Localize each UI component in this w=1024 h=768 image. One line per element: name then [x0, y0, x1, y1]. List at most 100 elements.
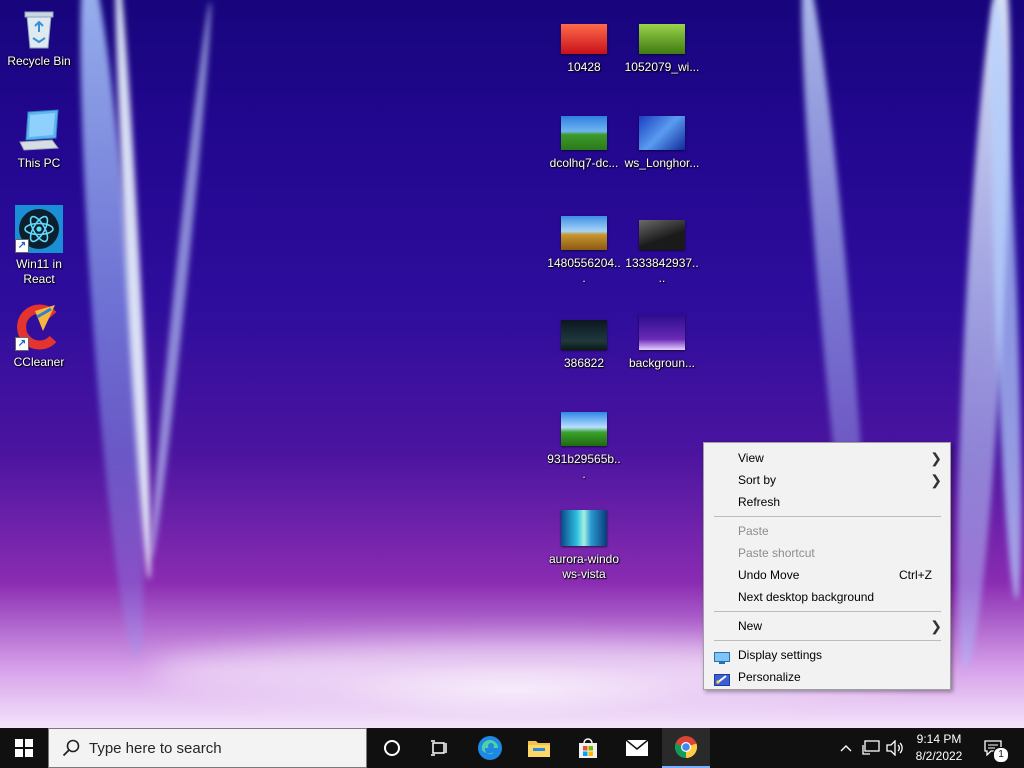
clock-date: 8/2/2022 — [915, 749, 963, 763]
chevron-right-icon: ❯ — [930, 450, 942, 466]
menu-item-display-settings[interactable]: Display settings — [704, 644, 950, 666]
desktop-file[interactable]: 1480556204... — [546, 216, 622, 286]
file-explorer-icon — [528, 741, 550, 757]
mail-button[interactable] — [613, 728, 661, 768]
desktop-icon-win11-react[interactable]: ↗ Win11 in React — [1, 205, 77, 287]
desktop-file-label: backgroun... — [628, 356, 696, 370]
shortcut-arrow-icon: ↗ — [15, 337, 29, 351]
store-icon — [579, 738, 597, 758]
menu-item-personalize[interactable]: Personalize — [704, 666, 950, 688]
image-thumbnail — [639, 220, 685, 250]
display-icon — [714, 649, 730, 664]
wallpaper-streak — [145, 0, 217, 560]
show-hidden-icons-button[interactable] — [836, 728, 856, 768]
desktop-file[interactable]: 1333842937.... — [624, 220, 700, 286]
menu-item-undo-move[interactable]: Undo Move Ctrl+Z — [704, 564, 950, 586]
search-placeholder: Type here to search — [89, 740, 222, 757]
menu-separator — [714, 516, 941, 517]
desktop-file-label: ws_Longhor... — [624, 156, 700, 170]
cortana-icon — [384, 740, 400, 756]
edge-button[interactable] — [466, 728, 514, 768]
desktop-file[interactable]: backgroun... — [624, 314, 700, 371]
menu-item-label: New — [738, 619, 763, 633]
volume-button[interactable] — [884, 728, 906, 768]
notification-badge: 1 — [993, 747, 1009, 763]
desktop-file[interactable]: 1052079_wi... — [624, 24, 700, 75]
desktop-file-label: 1480556204... — [547, 256, 621, 285]
desktop-icon-label: CCleaner — [13, 355, 65, 369]
react-icon: ↗ — [15, 205, 63, 253]
mail-icon — [625, 739, 649, 756]
menu-item-accelerator: Ctrl+Z — [899, 568, 932, 582]
image-thumbnail — [561, 216, 607, 250]
shortcut-arrow-icon: ↗ — [15, 239, 29, 253]
desktop-file[interactable]: aurora-windo ws-vista — [546, 510, 622, 582]
image-thumbnail — [561, 116, 607, 150]
desktop-file-label: 10428 — [567, 60, 601, 74]
menu-item-label: Refresh — [738, 495, 781, 509]
desktop-file-label: 931b29565b... — [547, 452, 621, 481]
image-thumbnail — [561, 320, 607, 350]
desktop-icon-recycle-bin[interactable]: Recycle Bin — [1, 8, 77, 69]
edge-icon — [478, 736, 502, 760]
search-icon — [62, 739, 80, 757]
menu-item-label: Paste — [738, 524, 769, 538]
menu-item-label: Undo Move — [738, 568, 800, 582]
clock-time: 9:14 PM — [916, 732, 962, 746]
menu-item-sort-by[interactable]: Sort by ❯ — [704, 469, 950, 491]
menu-item-paste-shortcut: Paste shortcut — [704, 542, 950, 564]
menu-item-view[interactable]: View ❯ — [704, 447, 950, 469]
desktop-icon-label: Win11 in React — [16, 257, 62, 286]
start-button[interactable] — [0, 728, 48, 768]
clock[interactable]: 9:14 PM 8/2/2022 — [908, 731, 970, 767]
menu-item-next-background[interactable]: Next desktop background — [704, 586, 950, 608]
image-thumbnail — [561, 412, 607, 446]
desktop-file[interactable]: dcolhq7-dc... — [546, 116, 622, 171]
desktop-context-menu: View ❯ Sort by ❯ Refresh Paste Paste sho… — [703, 442, 951, 690]
personalize-icon — [714, 671, 730, 686]
file-explorer-button[interactable] — [515, 728, 563, 768]
desktop-file-label: dcolhq7-dc... — [549, 156, 619, 170]
menu-item-label: View — [738, 451, 764, 465]
task-view-button[interactable] — [416, 728, 464, 768]
menu-item-paste: Paste — [704, 520, 950, 542]
desktop-icon-this-pc[interactable]: This PC — [1, 108, 77, 171]
volume-icon — [886, 740, 903, 756]
desktop-file-label: 386822 — [563, 356, 605, 370]
network-icon — [862, 740, 880, 755]
chevron-right-icon: ❯ — [930, 618, 942, 634]
desktop-icon-ccleaner[interactable]: ↗ CCleaner — [1, 303, 77, 370]
chrome-button[interactable] — [662, 728, 710, 768]
desktop-file-label: aurora-windo ws-vista — [548, 552, 620, 581]
menu-item-refresh[interactable]: Refresh — [704, 491, 950, 513]
menu-separator — [714, 640, 941, 641]
menu-item-label: Display settings — [738, 648, 823, 662]
desktop-file[interactable]: 10428 — [546, 24, 622, 75]
desktop-file[interactable]: 931b29565b... — [546, 412, 622, 482]
menu-separator — [714, 611, 941, 612]
task-view-icon — [431, 740, 447, 756]
desktop[interactable]: Recycle Bin This PC ↗ Win11 in React ↗ C… — [0, 0, 1024, 728]
store-button[interactable] — [564, 728, 612, 768]
recycle-bin-icon — [21, 8, 57, 50]
windows-logo-icon — [15, 739, 33, 757]
taskbar-search-box[interactable]: Type here to search — [48, 728, 367, 768]
action-center-button[interactable]: 1 — [978, 728, 1018, 768]
desktop-file[interactable]: 386822 — [546, 320, 622, 371]
image-thumbnail — [639, 116, 685, 150]
desktop-icon-label: This PC — [17, 156, 61, 170]
desktop-file[interactable]: ws_Longhor... — [624, 116, 700, 171]
menu-item-label: Sort by — [738, 473, 777, 487]
chevron-up-icon — [840, 745, 852, 752]
computer-icon — [18, 108, 60, 152]
cortana-button[interactable] — [368, 728, 416, 768]
menu-item-label: Personalize — [738, 670, 801, 684]
taskbar: Type here to search 9:14 PM 8/2/2022 1 — [0, 728, 1024, 768]
network-button[interactable] — [860, 728, 882, 768]
image-thumbnail — [561, 24, 607, 54]
menu-item-new[interactable]: New ❯ — [704, 615, 950, 637]
chevron-right-icon: ❯ — [930, 472, 942, 488]
chrome-icon — [674, 736, 698, 759]
menu-item-label: Next desktop background — [738, 590, 875, 604]
ccleaner-icon: ↗ — [15, 303, 63, 351]
